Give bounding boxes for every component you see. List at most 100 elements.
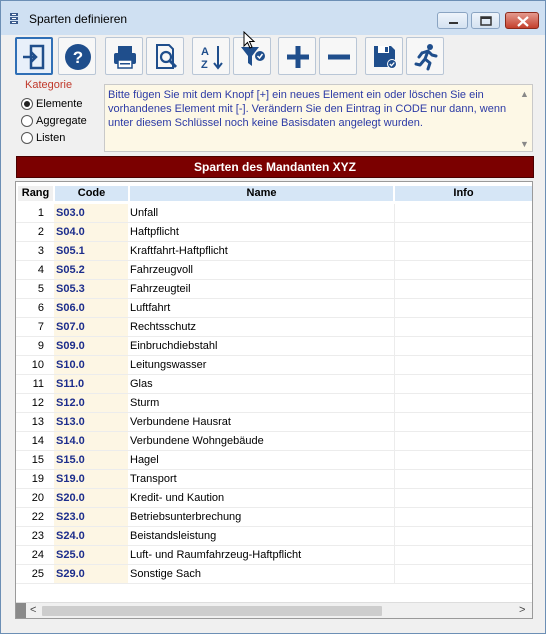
scroll-thumb[interactable] xyxy=(42,606,382,616)
radio-listen[interactable]: Listen xyxy=(21,130,65,145)
header-name[interactable]: Name xyxy=(130,186,394,201)
cell-name[interactable]: Einbruchdiebstahl xyxy=(128,337,394,355)
title-bar[interactable]: Sparten definieren xyxy=(1,1,545,35)
radio-button[interactable] xyxy=(21,114,33,127)
cell-info[interactable] xyxy=(394,223,532,241)
cell-rang[interactable]: 13 xyxy=(18,413,44,431)
table-row[interactable]: 11 S11.0 Glas xyxy=(16,375,532,394)
table-row[interactable]: 20 S20.0 Kredit- und Kaution xyxy=(16,489,532,508)
cell-info[interactable] xyxy=(394,356,532,374)
cell-name[interactable]: Transport xyxy=(128,470,394,488)
close-button[interactable] xyxy=(505,12,539,29)
table-row[interactable]: 25 S29.0 Sonstige Sach xyxy=(16,565,532,584)
cell-rang[interactable]: 15 xyxy=(18,451,44,469)
cell-info[interactable] xyxy=(394,470,532,488)
cell-info[interactable] xyxy=(394,489,532,507)
cell-code[interactable]: S09.0 xyxy=(54,337,128,355)
cell-info[interactable] xyxy=(394,261,532,279)
cell-name[interactable]: Unfall xyxy=(128,204,394,222)
cell-code[interactable]: S10.0 xyxy=(54,356,128,374)
cell-code[interactable]: S05.2 xyxy=(54,261,128,279)
cell-code[interactable]: S25.0 xyxy=(54,546,128,564)
cell-name[interactable]: Fahrzeugvoll xyxy=(128,261,394,279)
cell-code[interactable]: S23.0 xyxy=(54,508,128,526)
cell-info[interactable] xyxy=(394,565,532,583)
run-button[interactable] xyxy=(406,37,444,75)
cell-name[interactable]: Glas xyxy=(128,375,394,393)
cell-code[interactable]: S14.0 xyxy=(54,432,128,450)
cell-info[interactable] xyxy=(394,242,532,260)
table-row[interactable]: 7 S07.0 Rechtsschutz xyxy=(16,318,532,337)
scroll-left-icon[interactable]: < xyxy=(30,604,36,616)
cell-name[interactable]: Kraftfahrt-Haftpflicht xyxy=(128,242,394,260)
help-button[interactable]: ? xyxy=(58,37,96,75)
scroll-up-icon[interactable]: ▲ xyxy=(520,87,529,101)
cell-name[interactable]: Betriebsunterbrechung xyxy=(128,508,394,526)
table-row[interactable]: 2 S04.0 Haftpflicht xyxy=(16,223,532,242)
cell-code[interactable]: S04.0 xyxy=(54,223,128,241)
table-row[interactable]: 9 S09.0 Einbruchdiebstahl xyxy=(16,337,532,356)
radio-button[interactable] xyxy=(21,131,33,144)
cell-info[interactable] xyxy=(394,299,532,317)
cell-rang[interactable]: 2 xyxy=(18,223,44,241)
print-preview-button[interactable] xyxy=(146,37,184,75)
cell-code[interactable]: S07.0 xyxy=(54,318,128,336)
table-row[interactable]: 12 S12.0 Sturm xyxy=(16,394,532,413)
table-row[interactable]: 10 S10.0 Leitungswasser xyxy=(16,356,532,375)
radio-button[interactable] xyxy=(21,97,33,110)
cell-rang[interactable]: 20 xyxy=(18,489,44,507)
cell-name[interactable]: Hagel xyxy=(128,451,394,469)
cell-rang[interactable]: 3 xyxy=(18,242,44,260)
cell-rang[interactable]: 22 xyxy=(18,508,44,526)
cell-code[interactable]: S12.0 xyxy=(54,394,128,412)
cell-name[interactable]: Haftpflicht xyxy=(128,223,394,241)
cell-name[interactable]: Verbundene Hausrat xyxy=(128,413,394,431)
print-button[interactable] xyxy=(105,37,143,75)
cell-code[interactable]: S20.0 xyxy=(54,489,128,507)
cell-name[interactable]: Beistandsleistung xyxy=(128,527,394,545)
cell-name[interactable]: Kredit- und Kaution xyxy=(128,489,394,507)
add-button[interactable] xyxy=(278,37,316,75)
cell-rang[interactable]: 19 xyxy=(18,470,44,488)
table-row[interactable]: 23 S24.0 Beistandsleistung xyxy=(16,527,532,546)
cell-rang[interactable]: 7 xyxy=(18,318,44,336)
header-code[interactable]: Code xyxy=(55,186,129,201)
cell-code[interactable]: S03.0 xyxy=(54,204,128,222)
cell-rang[interactable]: 1 xyxy=(18,204,44,222)
cell-rang[interactable]: 24 xyxy=(18,546,44,564)
table-row[interactable]: 4 S05.2 Fahrzeugvoll xyxy=(16,261,532,280)
table-row[interactable]: 14 S14.0 Verbundene Wohngebäude xyxy=(16,432,532,451)
radio-elemente[interactable]: Elemente xyxy=(21,96,82,111)
cell-name[interactable]: Luft- und Raumfahrzeug-Haftpflicht xyxy=(128,546,394,564)
maximize-button[interactable] xyxy=(471,12,500,29)
table-row[interactable]: 5 S05.3 Fahrzeugteil xyxy=(16,280,532,299)
cell-code[interactable]: S05.3 xyxy=(54,280,128,298)
cell-name[interactable]: Sonstige Sach xyxy=(128,565,394,583)
cell-info[interactable] xyxy=(394,204,532,222)
cell-rang[interactable]: 9 xyxy=(18,337,44,355)
cell-code[interactable]: S29.0 xyxy=(54,565,128,583)
cell-rang[interactable]: 6 xyxy=(18,299,44,317)
table-row[interactable]: 15 S15.0 Hagel xyxy=(16,451,532,470)
cell-info[interactable] xyxy=(394,337,532,355)
sort-button[interactable]: A Z xyxy=(192,37,230,75)
cell-name[interactable]: Fahrzeugteil xyxy=(128,280,394,298)
scroll-down-icon[interactable]: ▼ xyxy=(520,137,529,151)
table-row[interactable]: 13 S13.0 Verbundene Hausrat xyxy=(16,413,532,432)
cell-name[interactable]: Rechtsschutz xyxy=(128,318,394,336)
cell-info[interactable] xyxy=(394,527,532,545)
cell-name[interactable]: Luftfahrt xyxy=(128,299,394,317)
cell-code[interactable]: S19.0 xyxy=(54,470,128,488)
cell-info[interactable] xyxy=(394,280,532,298)
cell-rang[interactable]: 11 xyxy=(18,375,44,393)
hint-scrollbar[interactable]: ▲ ▼ xyxy=(516,85,532,151)
cell-info[interactable] xyxy=(394,451,532,469)
cell-info[interactable] xyxy=(394,413,532,431)
cell-info[interactable] xyxy=(394,375,532,393)
cell-name[interactable]: Sturm xyxy=(128,394,394,412)
cell-rang[interactable]: 10 xyxy=(18,356,44,374)
remove-button[interactable] xyxy=(319,37,357,75)
header-rang[interactable]: Rang xyxy=(18,186,54,201)
table-row[interactable]: 22 S23.0 Betriebsunterbrechung xyxy=(16,508,532,527)
cell-code[interactable]: S15.0 xyxy=(54,451,128,469)
